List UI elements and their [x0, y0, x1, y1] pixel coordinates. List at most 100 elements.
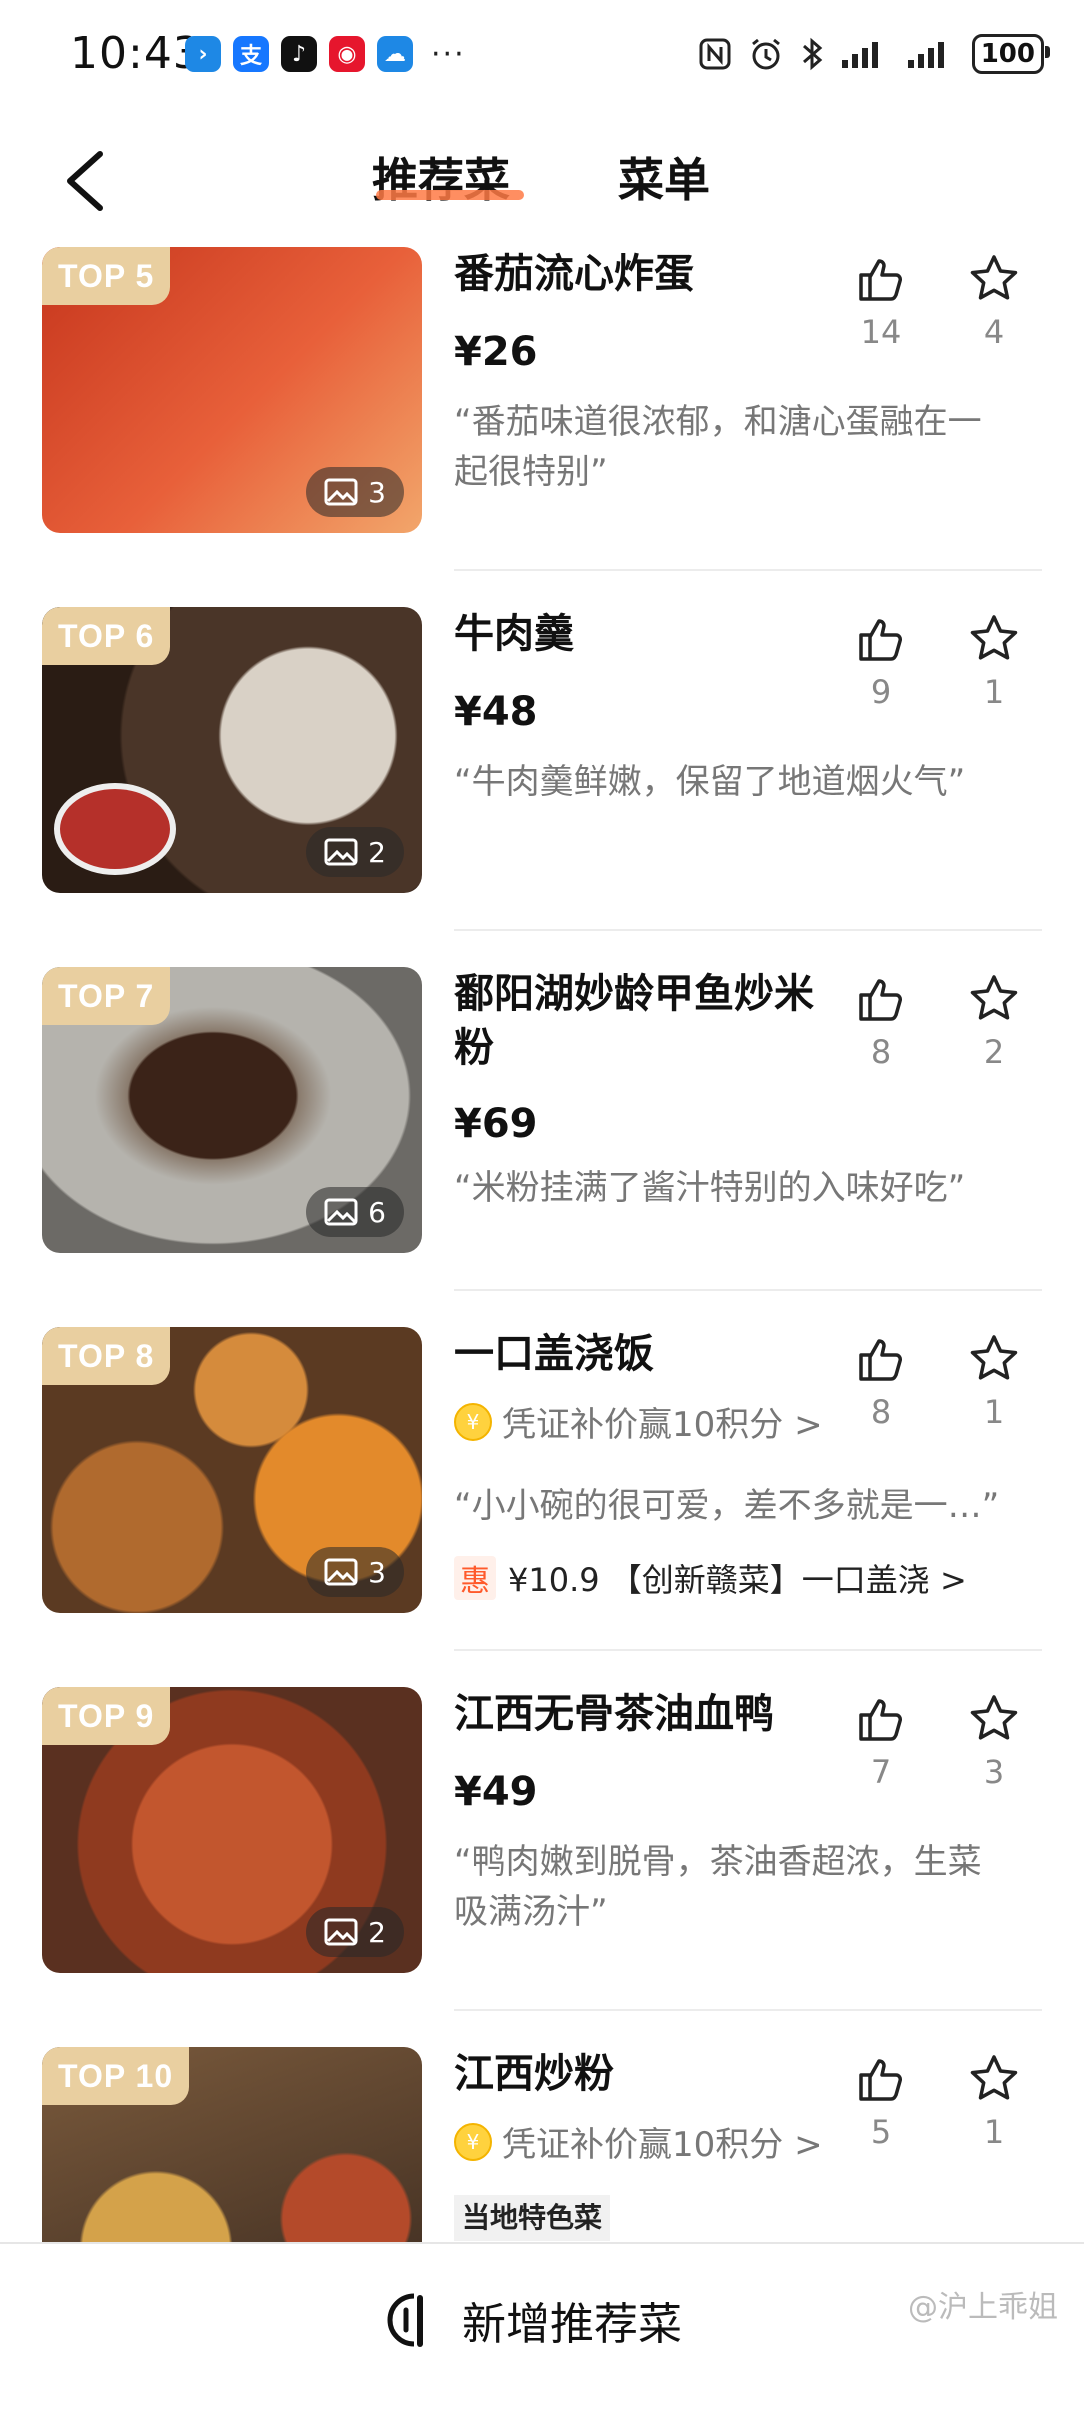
dish-name: 江西炒粉 [454, 2051, 614, 2097]
like-button[interactable]: 14 [841, 253, 921, 351]
battery-level: 100 [980, 39, 1035, 69]
thumbs-up-icon [859, 1339, 902, 1381]
local-specialty-badge: 当地特色菜 [454, 2195, 611, 2241]
image-count[interactable]: 2 [306, 827, 404, 877]
image-count[interactable]: 2 [306, 1907, 404, 1957]
back-arrow-icon[interactable] [58, 146, 118, 216]
dish-item[interactable]: TOP 9 2 江西无骨茶油血鸭 ¥49 “鸭肉嫩到脱骨，茶油香超浓，生菜吸满汤… [0, 1683, 1084, 2043]
rank-badge: TOP 5 [42, 247, 171, 305]
app-icon-4: ◉ [329, 36, 365, 72]
dish-name: 一口盖浇饭 [454, 1331, 654, 1377]
dish-price: ¥49 [454, 1769, 538, 1815]
image-count-value: 2 [368, 1915, 386, 1949]
image-icon [324, 478, 358, 506]
voucher-link[interactable]: ¥ 凭证补价赢10积分 > [454, 1397, 823, 1446]
dish-item[interactable]: TOP 5 3 番茄流心炸蛋 ¥26 “番茄味道很浓郁，和溏心蛋融在一起很特别”… [0, 243, 1084, 603]
status-time: 10:43 [70, 28, 202, 79]
like-button[interactable]: 8 [841, 1333, 921, 1431]
dish-item[interactable]: TOP 6 2 牛肉羹 ¥48 “牛肉羹鲜嫩，保留了地道烟火气” 9 1 [0, 603, 1084, 963]
bluetooth-icon [802, 37, 822, 71]
favorite-button[interactable]: 2 [954, 973, 1034, 1071]
thumbs-up-icon [859, 619, 902, 661]
favorite-count: 4 [983, 313, 1005, 351]
like-button[interactable]: 8 [841, 973, 921, 1071]
image-count[interactable]: 6 [306, 1187, 404, 1237]
divider [454, 1649, 1042, 1651]
image-count[interactable]: 3 [306, 467, 404, 517]
coin-icon: ¥ [454, 2122, 492, 2161]
image-icon [324, 1198, 358, 1226]
rank-badge: TOP 6 [42, 607, 171, 665]
watermark: @沪上乖姐 [908, 2290, 1058, 2325]
bottom-action-bar: 新增推荐菜 [0, 2242, 1084, 2414]
alarm-icon [751, 38, 780, 70]
star-icon [970, 615, 1018, 660]
active-tab-indicator [376, 190, 524, 200]
utensils-icon [387, 2293, 423, 2347]
divider [454, 1289, 1042, 1291]
app-icon-1: › [185, 36, 221, 72]
rank-badge: TOP 8 [42, 1327, 171, 1385]
coin-icon: ¥ [454, 1402, 492, 1441]
star-icon [970, 1335, 1018, 1380]
tab-menu[interactable]: 菜单 [618, 144, 710, 210]
dish-photo[interactable]: TOP 9 2 [42, 1687, 422, 1973]
favorite-button[interactable]: 4 [954, 253, 1034, 351]
thumbs-up-icon [859, 259, 902, 301]
add-recommended-dish-button[interactable]: 新增推荐菜 [384, 2288, 682, 2352]
favorite-count: 2 [983, 1033, 1005, 1071]
like-count: 5 [870, 2113, 892, 2151]
image-icon [324, 1918, 358, 1946]
voucher-text: 凭证补价赢10积分 > [502, 1405, 823, 1445]
dish-photo[interactable]: TOP 5 3 [42, 247, 422, 533]
favorite-button[interactable]: 1 [954, 613, 1034, 711]
dish-photo[interactable]: TOP 6 2 [42, 607, 422, 893]
voucher-text: 凭证补价赢10积分 > [502, 2125, 823, 2165]
thumbs-up-icon [859, 2059, 902, 2101]
favorite-button[interactable]: 1 [954, 1333, 1034, 1431]
app-icon-3: ♪ [281, 36, 317, 72]
signal-2-icon [907, 42, 944, 68]
more-notifications-icon: ··· [431, 36, 466, 72]
dish-item[interactable]: TOP 8 3 一口盖浇饭 ¥ 凭证补价赢10积分 > “小小碗的很可爱，差不多就… [0, 1323, 1084, 1683]
deal-tag: 惠 [454, 1556, 496, 1600]
dish-photo[interactable]: TOP 7 6 [42, 967, 422, 1253]
page-header: 推荐菜 菜单 [0, 120, 1084, 240]
divider [454, 929, 1042, 931]
like-button[interactable]: 5 [841, 2053, 921, 2151]
rank-badge: TOP 7 [42, 967, 171, 1025]
image-count-value: 2 [368, 835, 386, 869]
status-app-icons: › 支 ♪ ◉ ☁ ··· [185, 36, 466, 72]
like-count: 8 [870, 1393, 892, 1431]
battery-indicator: 100 [971, 34, 1051, 74]
deal-link[interactable]: 惠 ¥10.9 【创新赣菜】一口盖浇 > [454, 1555, 967, 1601]
star-icon [970, 975, 1018, 1020]
status-bar: 10:43 › 支 ♪ ◉ ☁ ··· 100 [0, 0, 1084, 110]
dish-item[interactable]: TOP 7 6 鄱阳湖妙龄甲鱼炒米粉 ¥69 “米粉挂满了酱汁特别的入味好吃” … [0, 963, 1084, 1323]
like-count: 14 [860, 313, 902, 351]
favorite-count: 1 [983, 673, 1005, 711]
like-button[interactable]: 9 [841, 613, 921, 711]
dish-review-quote: “米粉挂满了酱汁特别的入味好吃” [454, 1168, 966, 1208]
star-icon [970, 1695, 1018, 1740]
dish-name: 鄱阳湖妙龄甲鱼炒米粉 [454, 971, 814, 1071]
dish-price: ¥48 [454, 689, 538, 735]
like-count: 9 [870, 673, 892, 711]
image-count[interactable]: 3 [306, 1547, 404, 1597]
favorite-button[interactable]: 1 [954, 2053, 1034, 2151]
dish-price: ¥26 [454, 329, 538, 375]
star-icon [970, 2055, 1018, 2100]
image-count-value: 3 [368, 475, 386, 509]
like-button[interactable]: 7 [841, 1693, 921, 1791]
image-count-value: 6 [368, 1195, 386, 1229]
app-icon-5: ☁ [377, 36, 413, 72]
tab-recommended[interactable]: 推荐菜 [372, 144, 510, 210]
system-icons: 100 [698, 34, 1051, 74]
add-recommended-dish-label: 新增推荐菜 [462, 2299, 682, 2350]
voucher-link[interactable]: ¥ 凭证补价赢10积分 > [454, 2117, 823, 2166]
favorite-button[interactable]: 3 [954, 1693, 1034, 1791]
app-icon-2: 支 [233, 36, 269, 72]
dish-photo[interactable]: TOP 8 3 [42, 1327, 422, 1613]
deal-text: ¥10.9 【创新赣菜】一口盖浇 > [508, 1561, 967, 1599]
divider [454, 569, 1042, 571]
